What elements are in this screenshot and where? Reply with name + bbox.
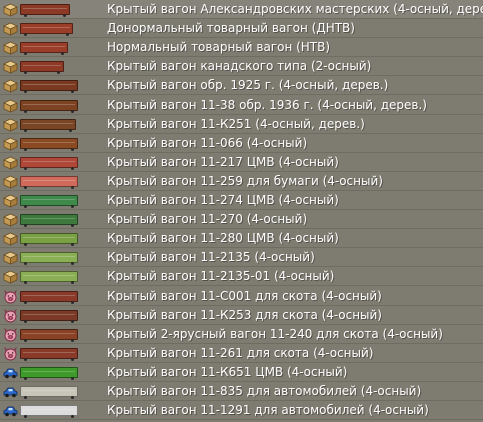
item-label: Нормальный товарный вагон (НТВ) — [107, 40, 331, 54]
item-label: Крытый вагон 11-270 (4-осный) — [107, 212, 308, 226]
list-item[interactable]: Крытый 2-ярусный вагон 11-240 для скота … — [0, 325, 483, 344]
list-item[interactable]: Крытый вагон обр. 1925 г. (4-осный, дере… — [0, 76, 483, 95]
item-label: Крытый вагон 11-280 ЦМВ (4-осный) — [107, 231, 339, 245]
wagon-list: Крытый вагон Александровских мастерских … — [0, 0, 483, 420]
pig-icon — [3, 327, 18, 342]
pig-icon — [3, 346, 18, 361]
wagon-thumbnail — [20, 119, 76, 132]
wagon-thumbnail — [20, 4, 70, 17]
item-label: Крытый вагон 11-066 (4-осный) — [107, 136, 308, 150]
box-icon — [3, 269, 18, 284]
item-label: Крытый вагон 11-2135 (4-осный) — [107, 250, 315, 264]
item-label: Крытый вагон 11-259 для бумаги (4-осный) — [107, 174, 383, 188]
box-icon — [3, 40, 18, 55]
list-item[interactable]: Крытый вагон 11-К253 для скота (4-осный) — [0, 306, 483, 325]
item-label: Крытый вагон 11-38 обр. 1936 г. (4-осный… — [107, 98, 427, 112]
list-item[interactable]: Крытый вагон 11-280 ЦМВ (4-осный) — [0, 229, 483, 248]
list-item[interactable]: Крытый вагон 11-2135 (4-осный) — [0, 248, 483, 267]
box-icon — [3, 21, 18, 36]
wagon-thumbnail — [20, 42, 68, 55]
wagon-thumbnail — [20, 100, 78, 113]
box-icon — [3, 136, 18, 151]
item-label: Крытый вагон 11-К651 ЦМВ (4-осный) — [107, 365, 348, 379]
item-label: Крытый вагон 11-217 ЦМВ (4-осный) — [107, 155, 339, 169]
list-item[interactable]: Крытый вагон 11-1291 для автомобилей (4-… — [0, 401, 483, 420]
item-label: Крытый вагон 11-1291 для автомобилей (4-… — [107, 403, 429, 417]
wagon-thumbnail — [20, 138, 78, 151]
wagon-thumbnail — [20, 367, 78, 380]
list-item[interactable]: Крытый вагон 11-К651 ЦМВ (4-осный) — [0, 363, 483, 382]
list-item[interactable]: Крытый вагон 11-К251 (4-осный, дерев.) — [0, 115, 483, 134]
list-item[interactable]: Крытый вагон 11-270 (4-осный) — [0, 210, 483, 229]
list-item[interactable]: Крытый вагон 11-217 ЦМВ (4-осный) — [0, 153, 483, 172]
list-item[interactable]: Крытый вагон 11-259 для бумаги (4-осный) — [0, 172, 483, 191]
box-icon — [3, 155, 18, 170]
box-icon — [3, 250, 18, 265]
list-item[interactable]: Донормальный товарный вагон (ДНТВ) — [0, 19, 483, 38]
wagon-thumbnail — [20, 176, 78, 189]
wagon-thumbnail — [20, 233, 78, 246]
wagon-thumbnail — [20, 271, 78, 284]
item-label: Крытый вагон 11-835 для автомобилей (4-о… — [107, 384, 422, 398]
wagon-thumbnail — [20, 386, 78, 399]
item-label: Донормальный товарный вагон (ДНТВ) — [107, 21, 355, 35]
wagon-thumbnail — [20, 291, 78, 304]
item-label: Крытый вагон канадского типа (2-осный) — [107, 59, 372, 73]
wagon-thumbnail — [20, 23, 73, 36]
wagon-thumbnail — [20, 348, 78, 361]
item-label: Крытый вагон 11-261 для скота (4-осный) — [107, 346, 374, 360]
item-label: Крытый вагон 11-274 ЦМВ (4-осный) — [107, 193, 339, 207]
item-label: Крытый вагон Александровских мастерских … — [107, 2, 483, 16]
box-icon — [3, 231, 18, 246]
wagon-thumbnail — [20, 310, 78, 323]
wagon-thumbnail — [20, 195, 78, 208]
item-label: Крытый вагон 11-К253 для скота (4-осный) — [107, 308, 382, 322]
car-icon — [3, 403, 18, 417]
list-item[interactable]: Нормальный товарный вагон (НТВ) — [0, 38, 483, 57]
box-icon — [3, 117, 18, 132]
wagon-thumbnail — [20, 61, 64, 74]
list-item[interactable]: Крытый вагон 11-38 обр. 1936 г. (4-осный… — [0, 96, 483, 115]
list-item[interactable]: Крытый вагон канадского типа (2-осный) — [0, 57, 483, 76]
wagon-thumbnail — [20, 80, 78, 93]
item-label: Крытый вагон обр. 1925 г. (4-осный, дере… — [107, 78, 389, 92]
box-icon — [3, 98, 18, 113]
item-label: Крытый 2-ярусный вагон 11-240 для скота … — [107, 327, 443, 341]
pig-icon — [3, 289, 18, 304]
item-label: Крытый вагон 11-К251 (4-осный, дерев.) — [107, 117, 365, 131]
list-item[interactable]: Крытый вагон 11-2135-01 (4-осный) — [0, 267, 483, 286]
box-icon — [3, 59, 18, 74]
list-item[interactable]: Крытый вагон 11-261 для скота (4-осный) — [0, 344, 483, 363]
list-item[interactable]: Крытый вагон 11-066 (4-осный) — [0, 134, 483, 153]
item-label: Крытый вагон 11-2135-01 (4-осный) — [107, 269, 335, 283]
box-icon — [3, 193, 18, 208]
wagon-thumbnail — [20, 252, 78, 265]
list-item[interactable]: Крытый вагон 11-274 ЦМВ (4-осный) — [0, 191, 483, 210]
pig-icon — [3, 308, 18, 323]
list-item[interactable]: Крытый вагон 11-С001 для скота (4-осный) — [0, 287, 483, 306]
box-icon — [3, 2, 18, 17]
wagon-thumbnail — [20, 157, 78, 170]
wagon-thumbnail — [20, 214, 78, 227]
car-icon — [3, 365, 18, 379]
box-icon — [3, 212, 18, 227]
wagon-thumbnail — [20, 329, 78, 342]
car-icon — [3, 384, 18, 398]
box-icon — [3, 174, 18, 189]
wagon-thumbnail — [20, 405, 78, 418]
list-item[interactable]: Крытый вагон Александровских мастерских … — [0, 0, 483, 19]
list-item[interactable]: Крытый вагон 11-835 для автомобилей (4-о… — [0, 382, 483, 401]
item-label: Крытый вагон 11-С001 для скота (4-осный) — [107, 289, 382, 303]
box-icon — [3, 78, 18, 93]
